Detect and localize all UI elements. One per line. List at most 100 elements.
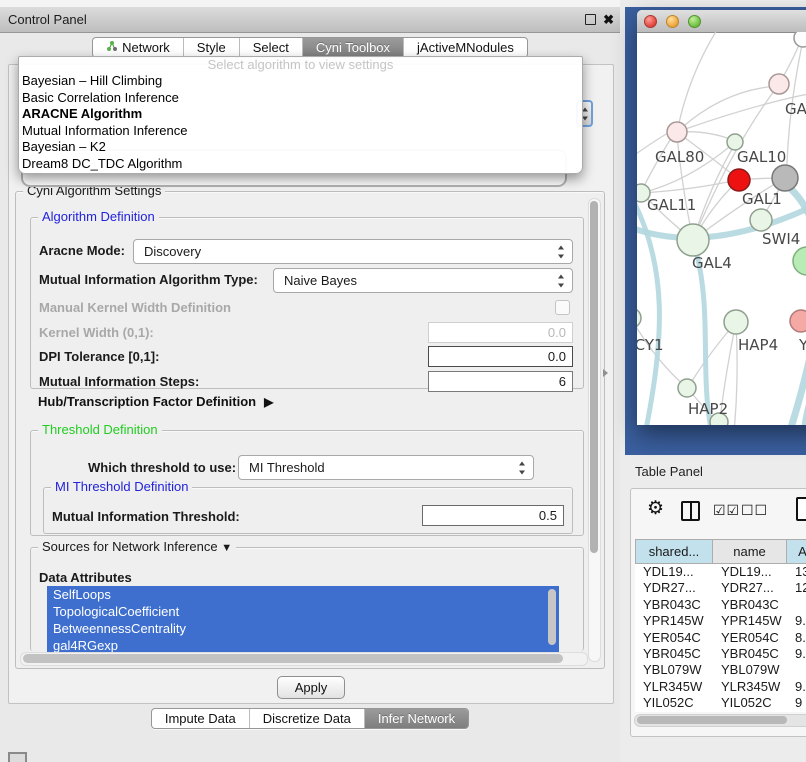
tab-impute-data[interactable]: Impute Data	[152, 709, 249, 728]
dpi-tolerance-field[interactable]: 0.0	[428, 346, 573, 367]
table-cell: YPR145W	[635, 613, 713, 629]
which-threshold-label: Which threshold to use:	[88, 460, 236, 475]
network-window[interactable]: GALGAL80GAL10GAL1GAL11GAL4SWI4GCY1HAP4YH…	[637, 10, 806, 425]
tab-style[interactable]: Style	[183, 38, 239, 57]
algorithm-item-aracne-algorithm[interactable]: ARACNE Algorithm	[19, 106, 582, 123]
float-panel-icon[interactable]	[585, 14, 596, 25]
network-node-label: HAP2	[688, 400, 728, 418]
close-icon[interactable]: ✖	[603, 13, 614, 26]
network-node[interactable]	[769, 74, 789, 94]
expand-right-icon: ▶	[264, 395, 273, 409]
network-node[interactable]	[677, 224, 709, 256]
attribute-item-gal4rgexp[interactable]: gal4RGexp	[47, 637, 559, 652]
network-node[interactable]	[724, 310, 748, 334]
zoom-traffic-light-icon[interactable]	[688, 15, 701, 28]
column-header-name[interactable]: name	[713, 539, 787, 564]
stepper-arrows-icon	[556, 245, 565, 258]
network-canvas[interactable]: GALGAL80GAL10GAL1GAL11GAL4SWI4GCY1HAP4YH…	[637, 32, 806, 425]
tab-cyni-toolbox[interactable]: Cyni Toolbox	[302, 38, 403, 57]
table-row[interactable]: YDL19...YDL19...13	[635, 564, 806, 580]
network-node[interactable]	[728, 169, 750, 191]
data-attributes-list[interactable]: SelfLoopsTopologicalCoefficientBetweenne…	[47, 586, 559, 652]
algorithm-definition-group: Algorithm Definition Aracne Mode: Discov…	[30, 217, 584, 389]
algorithm-item-bayesian-k2[interactable]: Bayesian – K2	[19, 139, 582, 156]
scrollbar-thumb[interactable]	[590, 201, 598, 553]
table-panel-title: Table Panel	[635, 464, 703, 479]
table-panel: ⚙ ☑☑ ☐☐ shared...nameA YDL19...YDL19...1…	[630, 488, 806, 737]
dock-panel-icon[interactable]	[8, 752, 27, 762]
table-row[interactable]: YIL052CYIL052C9	[635, 695, 806, 711]
attribute-item-selfloops[interactable]: SelfLoops	[47, 586, 559, 603]
table-row[interactable]: YBL079WYBL079W	[635, 662, 806, 678]
table-horizontal-scrollbar[interactable]	[634, 714, 806, 727]
kernel-width-field[interactable]: 0.0	[428, 322, 573, 343]
network-node-label: GAL80	[655, 148, 704, 166]
algorithm-item-bayesian-hill-climbing[interactable]: Bayesian – Hill Climbing	[19, 73, 582, 90]
column-header-a[interactable]: A	[787, 539, 806, 564]
aracne-mode-value: Discovery	[144, 244, 201, 259]
tab-infer-network[interactable]: Infer Network	[364, 709, 468, 728]
algorithm-definition-title: Algorithm Definition	[38, 209, 159, 224]
list-scrollbar-thumb[interactable]	[548, 589, 556, 645]
network-node-labels: GALGAL80GAL10GAL1GAL11GAL4SWI4GCY1HAP4YH…	[637, 100, 806, 418]
control-panel-titlebar: Control Panel ✖	[0, 7, 620, 33]
aracne-mode-combo[interactable]: Discovery	[133, 239, 573, 264]
tab-discretize-data[interactable]: Discretize Data	[249, 709, 364, 728]
mi-threshold-group: MI Threshold Definition Mutual Informati…	[43, 487, 573, 534]
minimize-traffic-light-icon[interactable]	[666, 15, 679, 28]
algorithm-item-mutual-information-inference[interactable]: Mutual Information Inference	[19, 123, 582, 140]
table-cell: YBR045C	[635, 646, 713, 662]
tab-select[interactable]: Select	[239, 38, 302, 57]
table-row[interactable]: YER054CYER054C8.	[635, 630, 806, 646]
network-node[interactable]	[794, 32, 806, 47]
which-threshold-combo[interactable]: MI Threshold	[238, 455, 534, 480]
column-header-shared[interactable]: shared...	[635, 539, 713, 564]
attribute-item-topologicalcoefficient[interactable]: TopologicalCoefficient	[47, 603, 559, 620]
network-window-titlebar[interactable]	[637, 10, 806, 33]
network-node[interactable]	[667, 122, 687, 142]
settings-vertical-scrollbar[interactable]	[588, 198, 601, 662]
scrollbar-thumb[interactable]	[637, 716, 787, 724]
tab-jactivemnodules[interactable]: jActiveMNodules	[403, 38, 527, 57]
split-divider-arrow[interactable]	[603, 369, 608, 377]
table-row[interactable]: YLR345WYLR345W9.	[635, 679, 806, 695]
network-node[interactable]	[678, 379, 696, 397]
mi-steps-field[interactable]: 6	[428, 371, 573, 392]
algorithm-list: Bayesian – Hill ClimbingBasic Correlatio…	[19, 73, 582, 172]
checked-boxes-icon[interactable]: ☑☑	[713, 502, 740, 519]
table-cell: 9.	[787, 679, 806, 695]
table-row[interactable]: YPR145WYPR145W9.	[635, 613, 806, 629]
apply-button[interactable]: Apply	[277, 676, 346, 699]
sources-group-title[interactable]: Sources for Network Inference ▼	[38, 539, 236, 554]
network-node[interactable]	[637, 308, 641, 328]
hub-definition-expander[interactable]: Hub/Transcription Factor Definition▶	[38, 394, 273, 409]
close-traffic-light-icon[interactable]	[644, 15, 657, 28]
network-node[interactable]	[772, 165, 798, 191]
algorithm-item-basic-correlation-inference[interactable]: Basic Correlation Inference	[19, 90, 582, 107]
table-row[interactable]: YBR043CYBR043C	[635, 597, 806, 613]
settings-horizontal-scrollbar[interactable]	[20, 652, 588, 666]
table-cell: YBL079W	[713, 662, 787, 678]
scrollbar-thumb[interactable]	[23, 654, 563, 663]
mi-type-combo[interactable]: Naive Bayes	[273, 268, 573, 293]
page-icon[interactable]	[796, 497, 806, 521]
columns-icon[interactable]	[681, 501, 700, 521]
mi-threshold-label: Mutual Information Threshold:	[52, 509, 240, 524]
table-row[interactable]: YBR045CYBR045C9.	[635, 646, 806, 662]
algorithm-item-dream8-dc-tdc-algorithm[interactable]: Dream8 DC_TDC Algorithm	[19, 156, 582, 173]
table-cell: YDL19...	[713, 564, 787, 580]
network-node[interactable]	[750, 209, 772, 231]
table-row[interactable]: YDR27...YDR27...12	[635, 580, 806, 596]
network-node-label: SWI4	[762, 230, 800, 248]
network-nodes[interactable]	[637, 32, 806, 425]
mi-threshold-group-title: MI Threshold Definition	[51, 479, 192, 494]
mi-threshold-field[interactable]: 0.5	[422, 505, 564, 526]
gear-icon[interactable]: ⚙	[647, 497, 664, 520]
unchecked-boxes-icon[interactable]: ☐☐	[741, 502, 768, 519]
table-cell: YDL19...	[635, 564, 713, 580]
attribute-item-betweennesscentrality[interactable]: BetweennessCentrality	[47, 620, 559, 637]
manual-kernel-checkbox[interactable]	[555, 300, 570, 315]
network-node[interactable]	[793, 247, 806, 275]
tab-network[interactable]: Network	[93, 38, 183, 57]
network-node[interactable]	[790, 310, 806, 332]
